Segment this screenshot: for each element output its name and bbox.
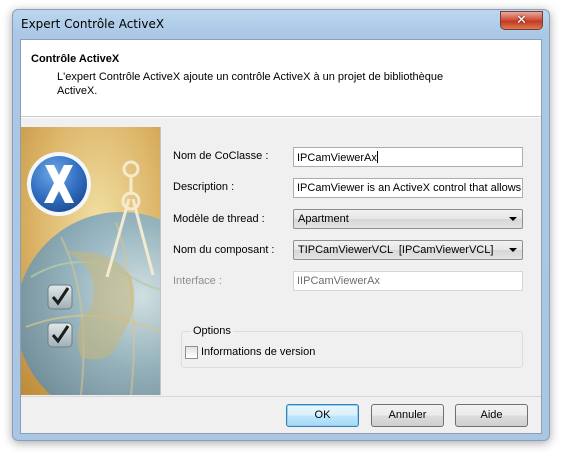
coclass-input[interactable]: IPCamViewerAx [293, 147, 523, 167]
close-button[interactable]: ✕ [500, 11, 543, 30]
chevron-down-icon [509, 217, 517, 221]
cancel-button[interactable]: Annuler [371, 404, 444, 427]
thread-model-select[interactable]: Apartment [293, 209, 523, 229]
dialog-frame: Expert Contrôle ActiveX ✕ Contrôle Activ… [12, 9, 550, 441]
component-select[interactable]: TIPCamViewerVCL [IPCamViewerVCL] [293, 240, 523, 260]
wizard-form: Nom de CoClasse : IPCamViewerAx Descript… [161, 127, 543, 395]
activex-logo-icon [27, 152, 91, 216]
ok-button[interactable]: OK [286, 404, 359, 427]
header-description: L'expert Contrôle ActiveX ajoute un cont… [57, 71, 444, 97]
description-input[interactable]: IPCamViewer is an ActiveX control that a… [293, 178, 523, 198]
version-info-label[interactable]: Informations de version [201, 346, 315, 358]
options-group-title: Options [191, 325, 233, 337]
coclass-label: Nom de CoClasse : [173, 150, 269, 162]
coclass-value: IPCamViewerAx [297, 152, 377, 164]
wizard-header: Contrôle ActiveX L'expert Contrôle Activ… [21, 40, 541, 117]
header-divider [21, 117, 541, 118]
interface-label: Interface : [173, 275, 222, 287]
header-title: Contrôle ActiveX [31, 53, 120, 65]
wizard-art [21, 127, 160, 395]
dialog-client: Contrôle ActiveX L'expert Contrôle Activ… [20, 39, 542, 434]
help-button[interactable]: Aide [455, 404, 528, 427]
description-label: Description : [173, 181, 235, 193]
thread-model-label: Modèle de thread : [173, 213, 265, 225]
chevron-down-icon [509, 248, 517, 252]
wizard-illustration [21, 127, 161, 395]
thread-model-value: Apartment [298, 213, 349, 225]
window: Expert Contrôle ActiveX ✕ Contrôle Activ… [0, 0, 567, 459]
version-info-checkbox[interactable] [185, 346, 198, 359]
title-bar[interactable]: Expert Contrôle ActiveX ✕ [13, 10, 549, 38]
component-label: Nom du composant : [173, 244, 275, 256]
button-bar-divider [21, 396, 541, 397]
close-icon: ✕ [516, 13, 527, 28]
text-caret [376, 151, 378, 163]
window-title: Expert Contrôle ActiveX [21, 17, 165, 31]
interface-input[interactable]: IIPCamViewerAx [293, 271, 523, 291]
component-value: TIPCamViewerVCL [IPCamViewerVCL] [298, 244, 494, 256]
